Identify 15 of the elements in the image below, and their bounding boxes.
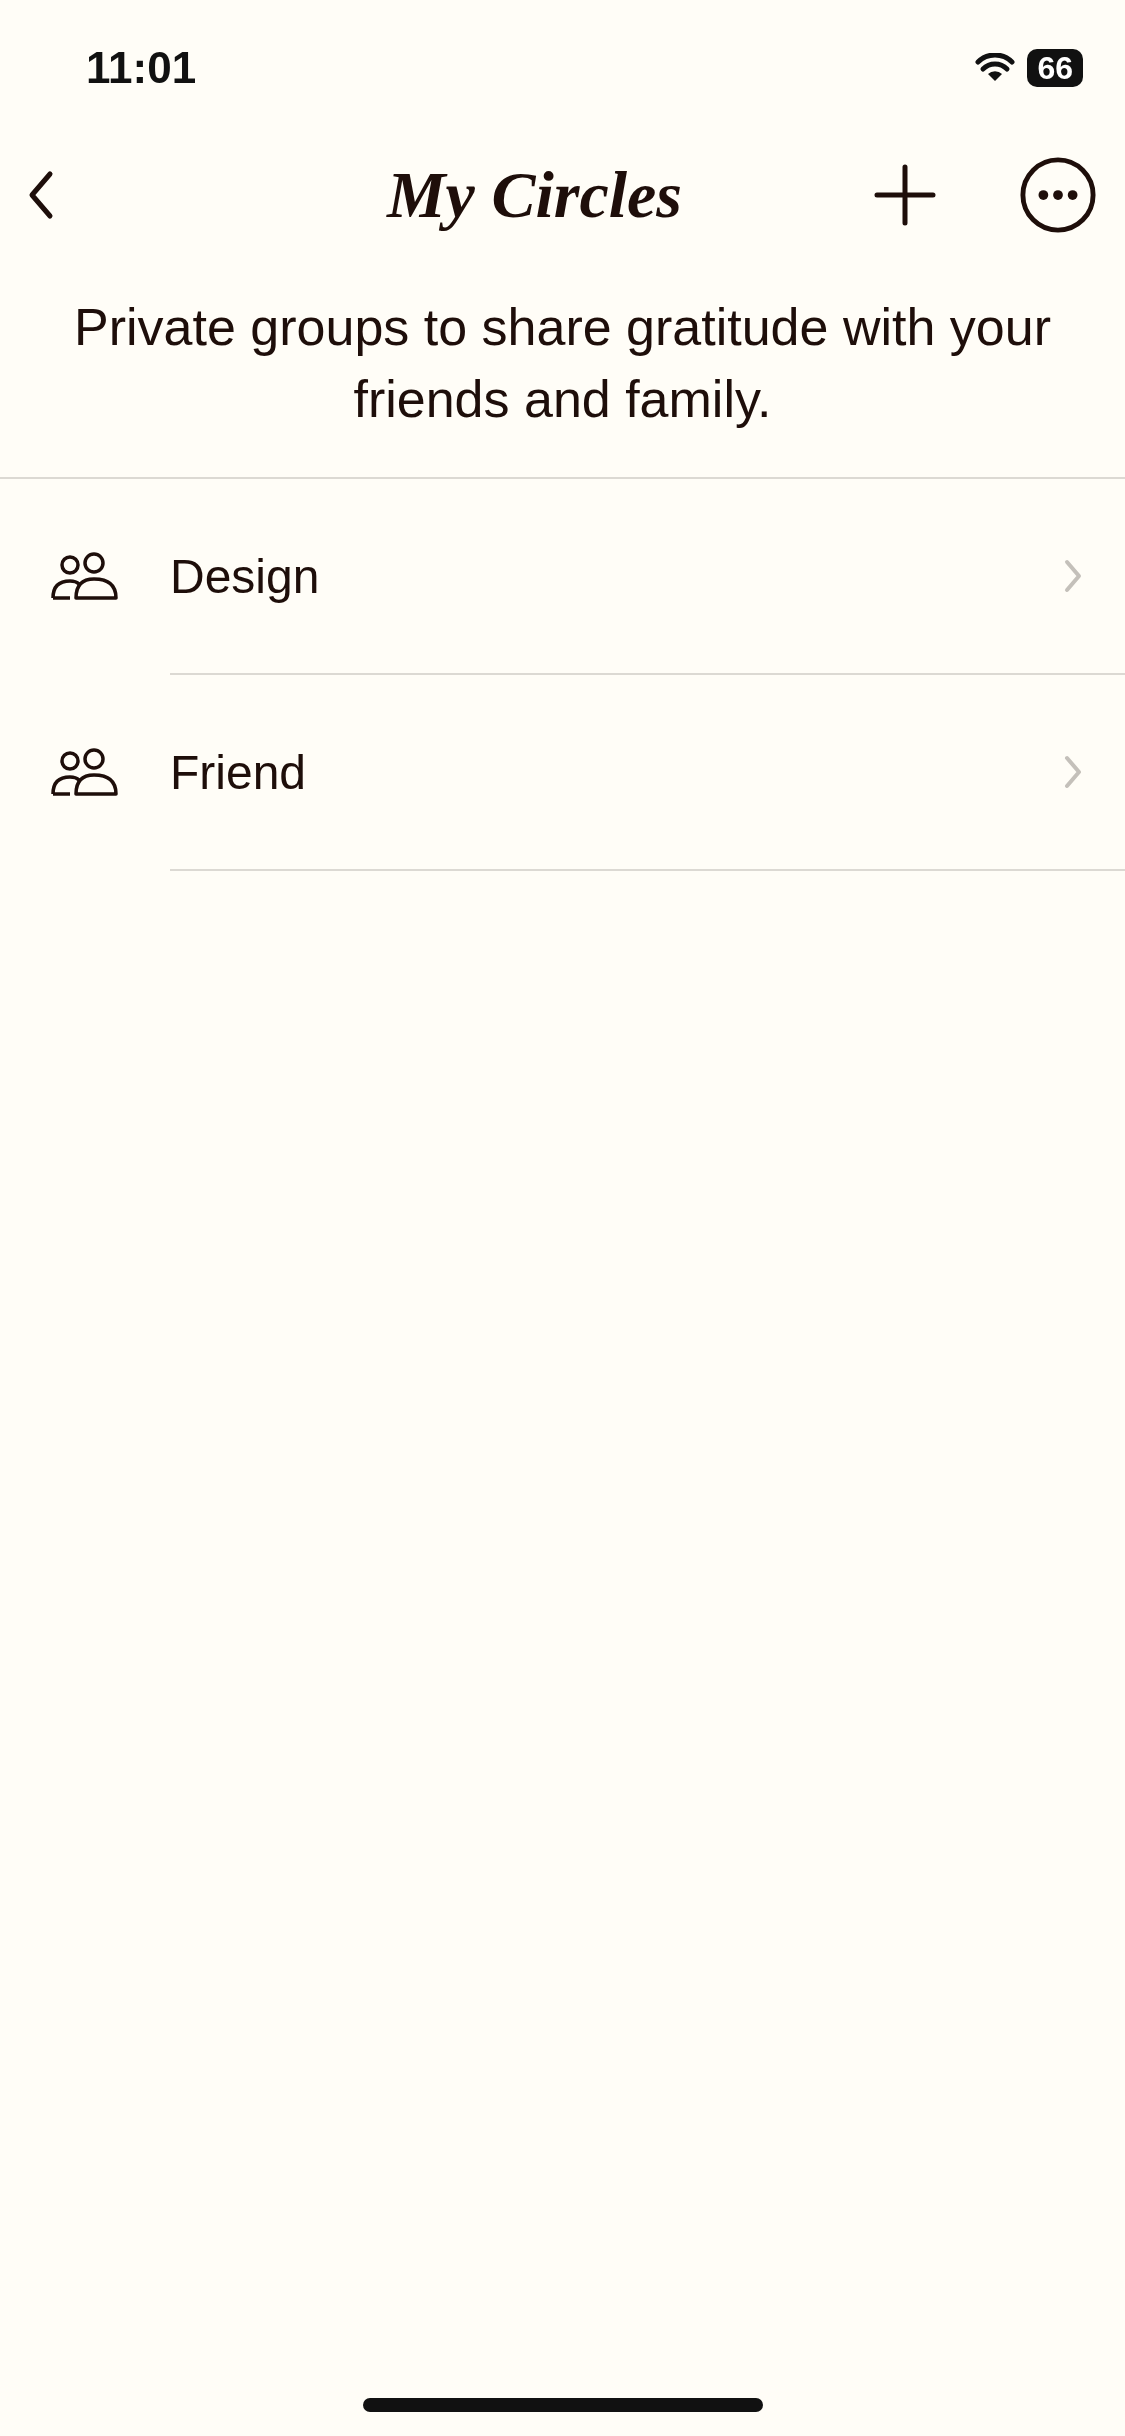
- chevron-icon: [1063, 559, 1083, 593]
- circle-name: Friend: [170, 744, 307, 800]
- screen-title: My Circles: [385, 157, 684, 233]
- people-icon: [50, 748, 120, 798]
- circle-row[interactable]: Design: [0, 479, 1125, 675]
- description-text: Private groups to share gratitude with your friends and family.: [73, 297, 1052, 430]
- wifi-icon: [975, 52, 1016, 83]
- circle-row[interactable]: Friend: [0, 675, 1125, 871]
- more-button[interactable]: [1019, 156, 1097, 234]
- chevron-icon: [1063, 755, 1083, 789]
- battery-level: 66: [1027, 48, 1083, 87]
- people-icon: [50, 552, 120, 602]
- add-button[interactable]: [873, 163, 937, 227]
- status-time: 11:01: [86, 42, 197, 93]
- circle-name: Design: [170, 548, 320, 604]
